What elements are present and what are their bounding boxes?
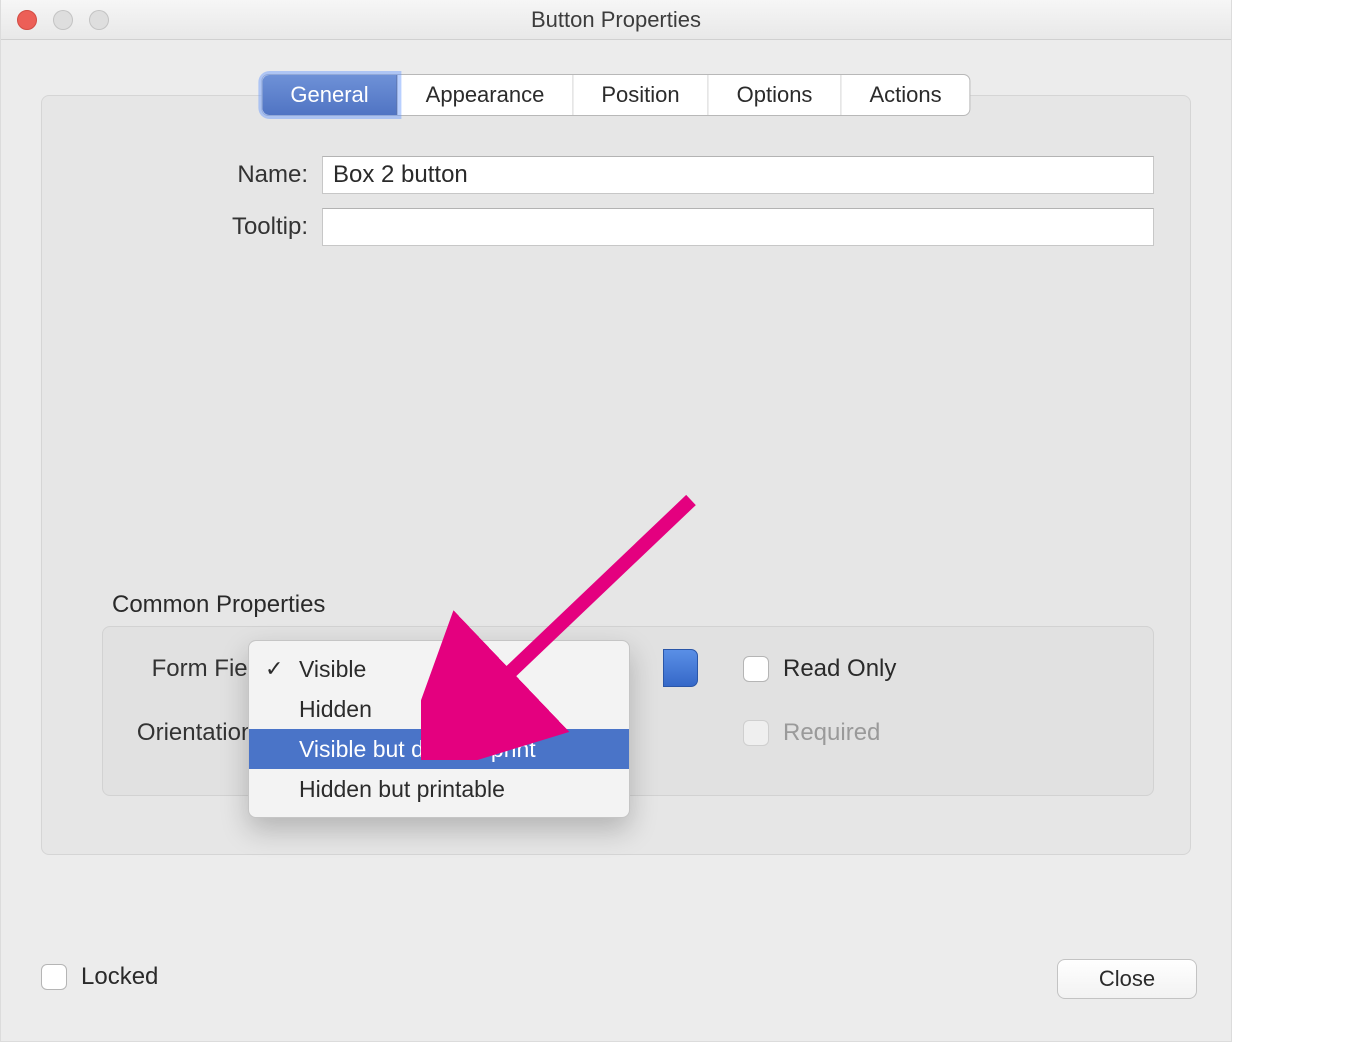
required-label: Required bbox=[783, 719, 880, 747]
name-input[interactable] bbox=[322, 156, 1154, 194]
orientation-label: Orientation: bbox=[111, 719, 271, 747]
option-label: Visible bbox=[299, 656, 366, 683]
locked-row: Locked bbox=[41, 963, 158, 991]
tab-actions[interactable]: Actions bbox=[841, 75, 969, 115]
form-field-popup: ✓ Visible Hidden Visible but doesn't pri… bbox=[248, 640, 630, 818]
form-field-option-hidden[interactable]: Hidden bbox=[249, 689, 629, 729]
required-row: Required bbox=[743, 719, 880, 747]
titlebar: Button Properties bbox=[1, 0, 1231, 40]
read-only-row: Read Only bbox=[743, 655, 896, 683]
tab-options[interactable]: Options bbox=[709, 75, 842, 115]
required-checkbox bbox=[743, 720, 769, 746]
name-row: Name: bbox=[162, 156, 1154, 194]
tooltip-label: Tooltip: bbox=[162, 213, 322, 241]
option-label: Hidden bbox=[299, 696, 372, 723]
option-label: Visible but doesn't print bbox=[299, 736, 536, 763]
tooltip-input[interactable] bbox=[322, 208, 1154, 246]
locked-label: Locked bbox=[81, 963, 158, 991]
tooltip-row: Tooltip: bbox=[162, 208, 1154, 246]
form-field-dropdown-button[interactable] bbox=[663, 649, 698, 687]
tab-position[interactable]: Position bbox=[573, 75, 708, 115]
tab-bar: General Appearance Position Options Acti… bbox=[261, 74, 970, 116]
checkmark-icon: ✓ bbox=[265, 656, 283, 682]
name-label: Name: bbox=[162, 161, 322, 189]
tab-appearance[interactable]: Appearance bbox=[398, 75, 574, 115]
window-title: Button Properties bbox=[1, 7, 1231, 33]
read-only-label: Read Only bbox=[783, 655, 896, 683]
form-field-option-visible-no-print[interactable]: Visible but doesn't print bbox=[249, 729, 629, 769]
close-button[interactable]: Close bbox=[1057, 959, 1197, 999]
read-only-checkbox[interactable] bbox=[743, 656, 769, 682]
form-field-option-hidden-printable[interactable]: Hidden but printable bbox=[249, 769, 629, 809]
common-properties-label: Common Properties bbox=[112, 591, 325, 619]
orientation-row: Orientation: bbox=[111, 719, 271, 747]
tab-general[interactable]: General bbox=[262, 75, 397, 115]
button-properties-window: Button Properties General Appearance Pos… bbox=[0, 0, 1232, 1042]
locked-checkbox[interactable] bbox=[41, 964, 67, 990]
option-label: Hidden but printable bbox=[299, 776, 505, 803]
form-field-option-visible[interactable]: ✓ Visible bbox=[249, 649, 629, 689]
